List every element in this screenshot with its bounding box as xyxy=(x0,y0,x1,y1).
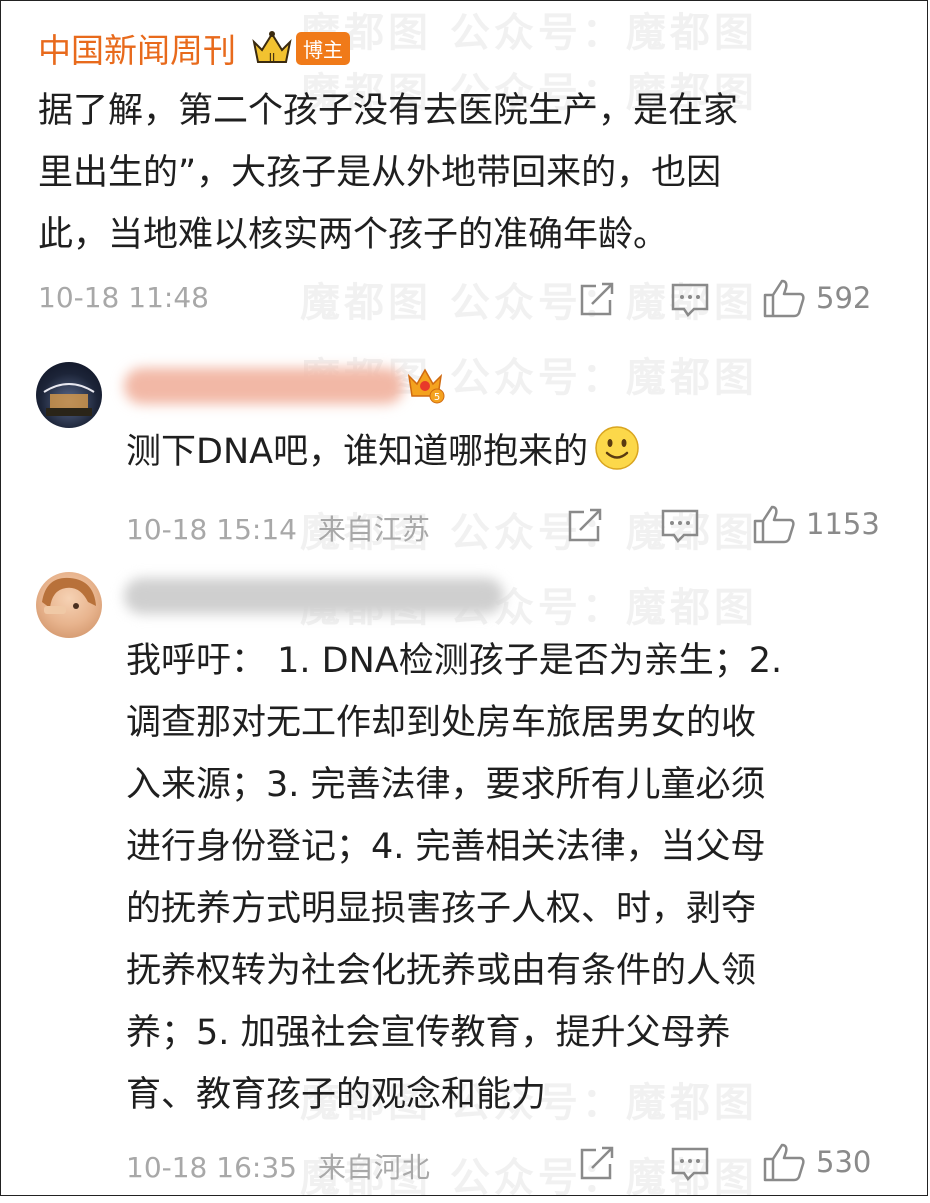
avatar[interactable] xyxy=(36,572,102,638)
like-count: 1153 xyxy=(806,507,880,541)
like-icon xyxy=(763,1143,805,1182)
vip-crown-icon: 5 xyxy=(407,368,445,404)
comment-text-line: 调查那对无工作却到处房车旅居男女的收 xyxy=(126,703,757,743)
comment-text-line: 育、教育孩子的观念和能力 xyxy=(126,1075,547,1115)
blurred-username xyxy=(124,368,404,404)
comment-text: 测下DNA吧，谁知道哪抱来的 xyxy=(126,423,640,482)
post-text-line: 此，当地难以核实两个孩子的准确年龄。 xyxy=(38,215,669,255)
like-count: 592 xyxy=(816,281,872,315)
share-button[interactable] xyxy=(566,508,604,544)
comment-button[interactable] xyxy=(670,1146,710,1182)
like-button[interactable]: 1153 xyxy=(752,504,880,544)
svg-text:5: 5 xyxy=(434,392,440,403)
comment-text-content: 测下DNA吧，谁知道哪抱来的 xyxy=(126,432,589,472)
smile-emoji-icon xyxy=(595,426,639,470)
comment-text-line: 我呼吁： 1. DNA检测孩子是否为亲生；2. xyxy=(126,641,783,681)
like-count: 530 xyxy=(816,1145,872,1179)
post-time: 10-18 11:48 xyxy=(38,281,209,314)
comment-button[interactable] xyxy=(660,508,700,544)
post-text-line: 里出生的”，大孩子是从外地带回来的，也因 xyxy=(38,153,722,193)
comment-icon xyxy=(671,283,709,317)
like-button[interactable]: 592 xyxy=(762,278,871,318)
comment-meta: 10-18 16:35 来自河北 xyxy=(126,1146,430,1186)
comment-time: 10-18 16:35 xyxy=(126,1151,297,1184)
comment-text-line: 养；5. 加强社会宣传教育，提升父母养 xyxy=(126,1013,731,1053)
like-icon xyxy=(763,279,805,318)
like-button[interactable]: 530 xyxy=(762,1142,871,1182)
share-button[interactable] xyxy=(578,282,616,318)
like-icon xyxy=(753,505,795,544)
share-icon xyxy=(580,1146,614,1180)
comment-time: 10-18 15:14 xyxy=(126,513,297,546)
avatar-image xyxy=(43,383,95,416)
avatar[interactable] xyxy=(36,362,102,428)
share-icon xyxy=(580,282,614,316)
comment-icon xyxy=(671,1147,709,1181)
post-text-line: 据了解，第二个孩子没有去医院生产，是在家 xyxy=(38,91,739,131)
share-icon xyxy=(568,508,602,542)
comment-location: 来自江苏 xyxy=(317,513,430,546)
comment-meta: 10-18 15:14 来自江苏 xyxy=(126,508,430,548)
avatar-image xyxy=(42,577,96,614)
comment-button[interactable] xyxy=(670,282,710,318)
svg-text:II: II xyxy=(269,51,276,64)
comment-location: 来自河北 xyxy=(317,1151,430,1184)
blurred-username xyxy=(124,578,504,614)
comment-text-line: 抚养权转为社会化抚养或由有条件的人领 xyxy=(126,951,757,991)
comment-text-line: 入来源；3. 完善法律，要求所有儿童必须 xyxy=(126,765,766,805)
crown-badge-icon: II xyxy=(252,31,292,64)
author-name[interactable]: 中国新闻周刊 xyxy=(38,24,236,72)
comment-icon xyxy=(661,509,699,543)
post-header: 中国新闻周刊 II 博主 xyxy=(38,24,350,72)
comment-text-line: 进行身份登记；4. 完善相关法律，当父母 xyxy=(126,827,766,867)
comment-text-line: 的抚养方式明显损害孩子人权、时，剥夺 xyxy=(126,889,757,929)
author-tag: 博主 xyxy=(296,31,350,65)
share-button[interactable] xyxy=(578,1146,616,1182)
